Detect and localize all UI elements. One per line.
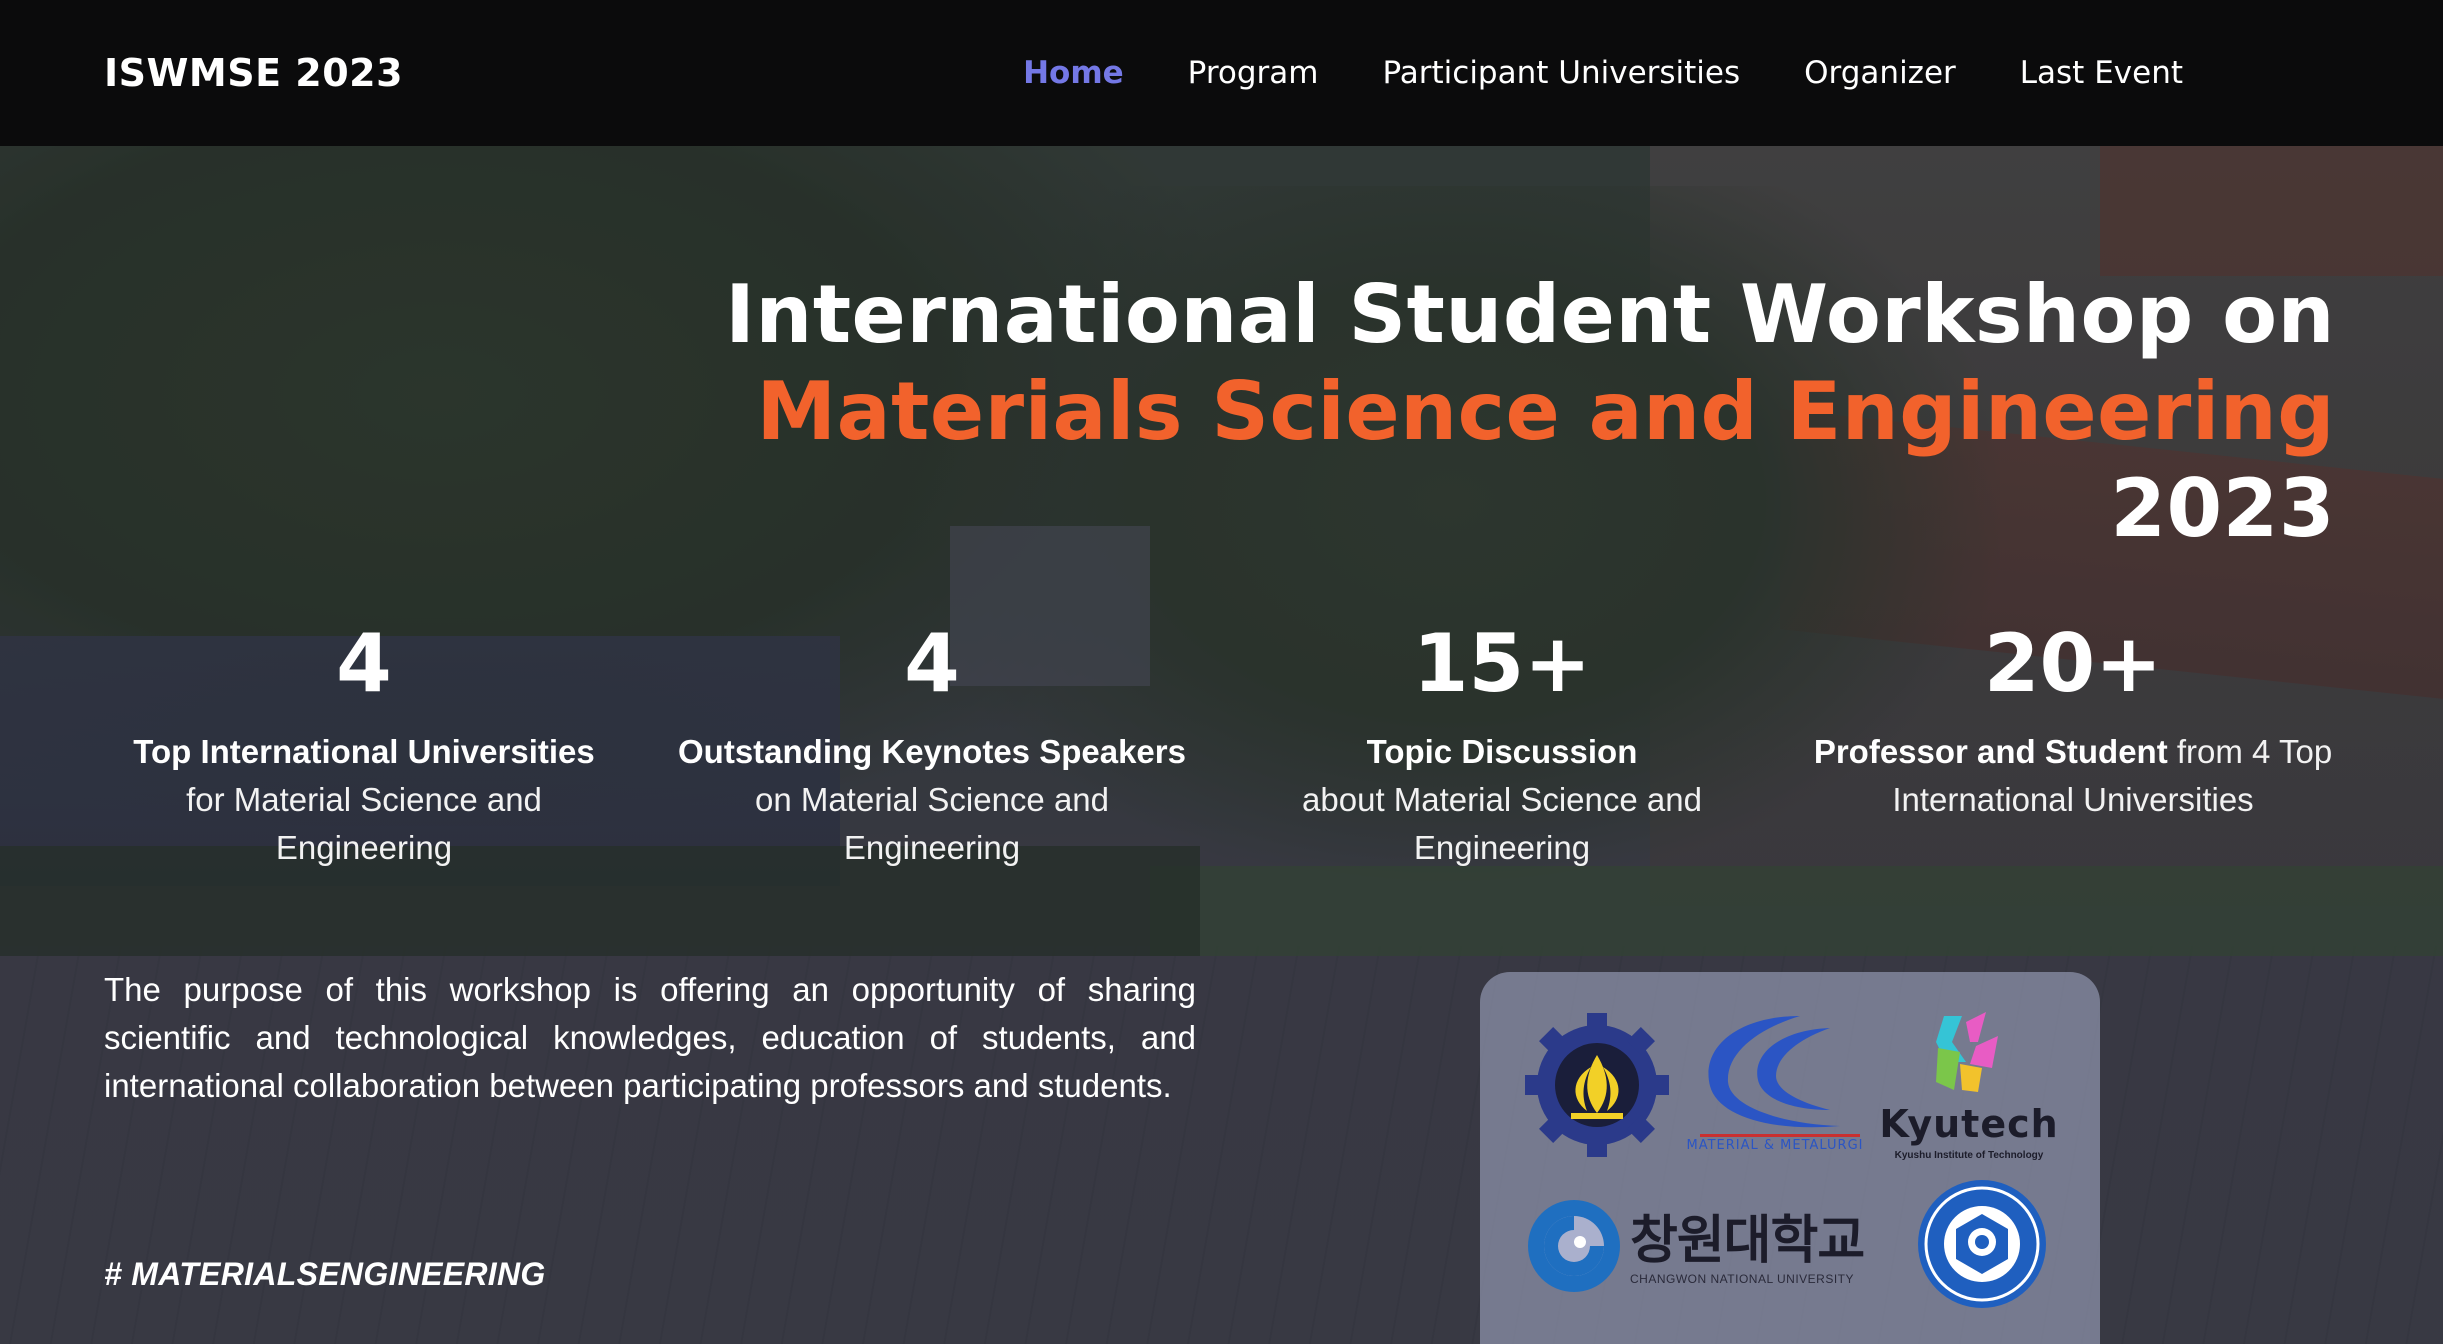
- stat-topic-discussion: 15+ Topic Discussion about Material Scie…: [1222, 614, 1782, 872]
- nav-link-last-event[interactable]: Last Event: [2020, 55, 2183, 91]
- changwon-english-name: CHANGWON NATIONAL UNIVERSITY: [1630, 1272, 1855, 1286]
- nav-link-participant-universities[interactable]: Participant Universities: [1382, 55, 1740, 91]
- stat-description: Topic Discussion about Material Science …: [1222, 728, 1782, 872]
- hero-headline: International Student Workshop on Materi…: [725, 266, 2335, 557]
- stat-strong-text: Outstanding Keynotes Speakers: [678, 733, 1186, 770]
- hashtag-text: # MATERIALSENGINEERING: [104, 1256, 546, 1292]
- headline-line-3-year: 2023: [2110, 462, 2335, 555]
- material-metalurgi-logo-icon: [1700, 1016, 1860, 1137]
- kyutech-wordmark: Kyutech: [1879, 1102, 2059, 1146]
- stat-description: Top International Universities for Mater…: [84, 728, 644, 872]
- changwon-korean-name: 창원대학교: [1630, 1211, 1865, 1271]
- stat-keynote-speakers: 4 Outstanding Keynotes Speakers on Mater…: [652, 614, 1212, 872]
- headline-line-2-accent: Materials Science and Engineering: [756, 365, 2335, 458]
- stat-universities: 4 Top International Universities for Mat…: [84, 614, 644, 872]
- stats-row: 4 Top International Universities for Mat…: [0, 614, 2443, 874]
- stat-professor-student: 20+ Professor and Student from 4 Top Int…: [1793, 614, 2353, 824]
- stat-number: 20+: [1983, 617, 2163, 710]
- stat-strong-text: Topic Discussion: [1366, 733, 1638, 770]
- stat-strong-text: Professor and Student: [1813, 733, 2168, 770]
- stat-number: 15+: [1412, 617, 1592, 710]
- stat-rest-text: about Material Science and Engineering: [1302, 781, 1702, 866]
- material-metalurgi-caption: MATERIAL & METALURGI: [1686, 1138, 1864, 1153]
- nav-link-organizer[interactable]: Organizer: [1804, 55, 1956, 91]
- changwon-emblem-icon: [1528, 1200, 1620, 1292]
- nav-links: Home Program Participant Universities Or…: [1023, 55, 2339, 91]
- stat-number: 4: [336, 617, 392, 710]
- partner-logos-card: MATERIAL & METALURGI Kyutech Kyushu Inst…: [1480, 972, 2100, 1344]
- top-navbar: ISWMSE 2023 Home Program Participant Uni…: [0, 0, 2443, 146]
- stat-number: 4: [904, 617, 960, 710]
- workshop-description: The purpose of this workshop is offering…: [104, 971, 1196, 1104]
- stat-rest-text: on Material Science and Engineering: [754, 781, 1110, 866]
- stat-description: Outstanding Keynotes Speakers on Materia…: [652, 728, 1212, 872]
- its-logo-icon: [1525, 1013, 1669, 1157]
- stat-strong-text: Top International Universities: [133, 733, 595, 770]
- nav-link-home[interactable]: Home: [1023, 55, 1124, 91]
- kyutech-subtitle: Kyushu Institute of Technology: [1894, 1150, 2044, 1161]
- headline-line-1: International Student Workshop on: [725, 268, 2335, 361]
- stat-rest-text: for Material Science and Engineering: [186, 781, 542, 866]
- nav-link-program[interactable]: Program: [1188, 55, 1319, 91]
- site-brand[interactable]: ISWMSE 2023: [104, 51, 403, 95]
- ntust-logo-icon: [1918, 1180, 2046, 1308]
- stat-description: Professor and Student from 4 Top Interna…: [1793, 728, 2353, 824]
